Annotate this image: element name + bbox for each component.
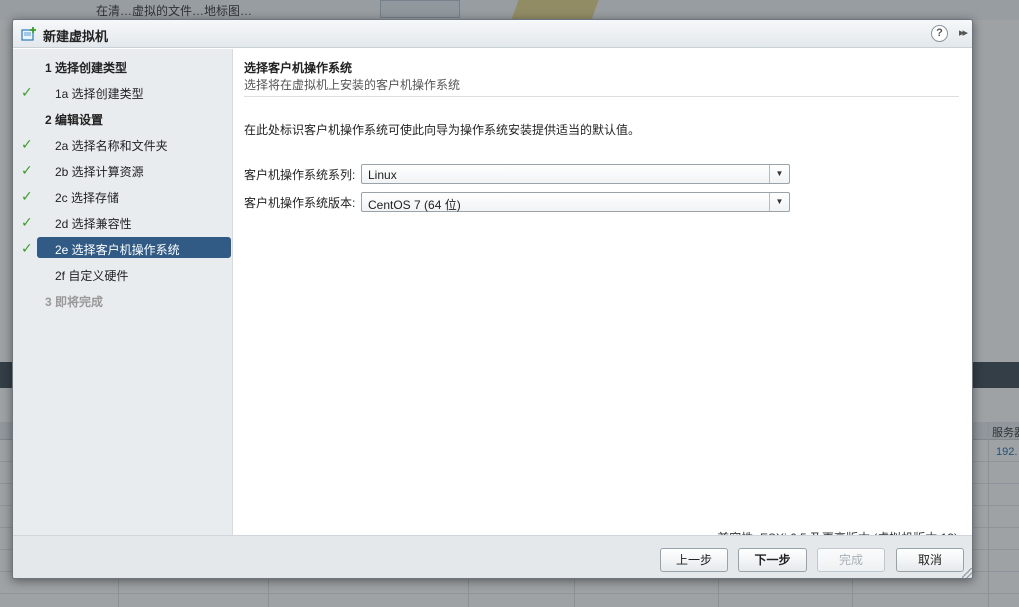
new-vm-icon	[21, 27, 36, 41]
check-icon: ✓	[21, 188, 33, 204]
divider	[244, 96, 959, 97]
finish-button[interactable]: 完成	[817, 548, 885, 572]
nav-step-label: 2f 自定义硬件	[55, 269, 129, 283]
check-icon: ✓	[21, 162, 33, 178]
os-version-label: 客户机操作系统版本:	[244, 196, 356, 210]
nav-step-label: 2a 选择名称和文件夹	[55, 139, 168, 153]
page-description: 在此处标识客户机操作系统可使此向导为操作系统安装提供适当的默认值。	[244, 123, 641, 137]
nav-step-2a[interactable]: ✓ 2a 选择名称和文件夹	[13, 133, 233, 155]
os-version-select[interactable]: CentOS 7 (64 位) ▼	[361, 192, 790, 212]
new-vm-dialog: 新建虚拟机 ? ▸▸ 1 选择创建类型 ✓ 1a 选择创建类型 2 编辑设置 ✓…	[12, 19, 973, 579]
nav-step-1a[interactable]: ✓ 1a 选择创建类型	[13, 81, 233, 103]
nav-step-2b[interactable]: ✓ 2b 选择计算资源	[13, 159, 233, 181]
nav-step-label: 1 选择创建类型	[45, 61, 128, 75]
nav-step-label: 2e 选择客户机操作系统	[55, 243, 180, 257]
next-button[interactable]: 下一步	[738, 548, 807, 572]
nav-step-2: 2 编辑设置	[13, 107, 233, 129]
wizard-content: 选择客户机操作系统 选择将在虚拟机上安装的客户机操作系统 在此处标识客户机操作系…	[234, 49, 972, 545]
chevron-down-icon[interactable]: ▼	[769, 165, 789, 183]
nav-step-label: 1a 选择创建类型	[55, 87, 144, 101]
nav-step-2d[interactable]: ✓ 2d 选择兼容性	[13, 211, 233, 233]
nav-step-label: 2c 选择存储	[55, 191, 120, 205]
nav-step-2f[interactable]: 2f 自定义硬件	[13, 263, 233, 285]
nav-step-label: 3 即将完成	[45, 295, 104, 309]
cancel-button[interactable]: 取消	[896, 548, 964, 572]
check-icon: ✓	[21, 240, 33, 256]
dialog-title: 新建虚拟机	[43, 29, 109, 44]
nav-step-1: 1 选择创建类型	[13, 55, 233, 77]
nav-step-label: 2d 选择兼容性	[55, 217, 132, 231]
check-icon: ✓	[21, 136, 33, 152]
chevron-down-icon[interactable]: ▼	[769, 193, 789, 211]
os-version-value: CentOS 7 (64 位)	[368, 198, 461, 212]
os-family-value: Linux	[368, 168, 397, 182]
dialog-footer: 上一步 下一步 完成 取消	[13, 535, 972, 578]
page-subtitle: 选择将在虚拟机上安装的客户机操作系统	[244, 78, 461, 92]
nav-step-2c[interactable]: ✓ 2c 选择存储	[13, 185, 233, 207]
check-icon: ✓	[21, 214, 33, 230]
page-title: 选择客户机操作系统	[244, 61, 353, 75]
dialog-titlebar[interactable]: 新建虚拟机 ? ▸▸	[13, 20, 972, 48]
wizard-steps-nav: 1 选择创建类型 ✓ 1a 选择创建类型 2 编辑设置 ✓ 2a 选择名称和文件…	[13, 49, 233, 535]
nav-step-label: 2 编辑设置	[45, 113, 104, 127]
back-button[interactable]: 上一步	[660, 548, 728, 572]
os-family-label: 客户机操作系统系列:	[244, 168, 356, 182]
check-icon: ✓	[21, 84, 33, 100]
help-icon[interactable]: ?	[931, 25, 948, 42]
expand-icon[interactable]: ▸▸	[959, 26, 968, 39]
nav-step-3: 3 即将完成	[13, 289, 233, 311]
nav-step-label: 2b 选择计算资源	[55, 165, 144, 179]
nav-step-2e[interactable]: ✓ 2e 选择客户机操作系统	[13, 237, 233, 259]
os-family-select[interactable]: Linux ▼	[361, 164, 790, 184]
resize-grip-icon[interactable]	[962, 568, 972, 578]
